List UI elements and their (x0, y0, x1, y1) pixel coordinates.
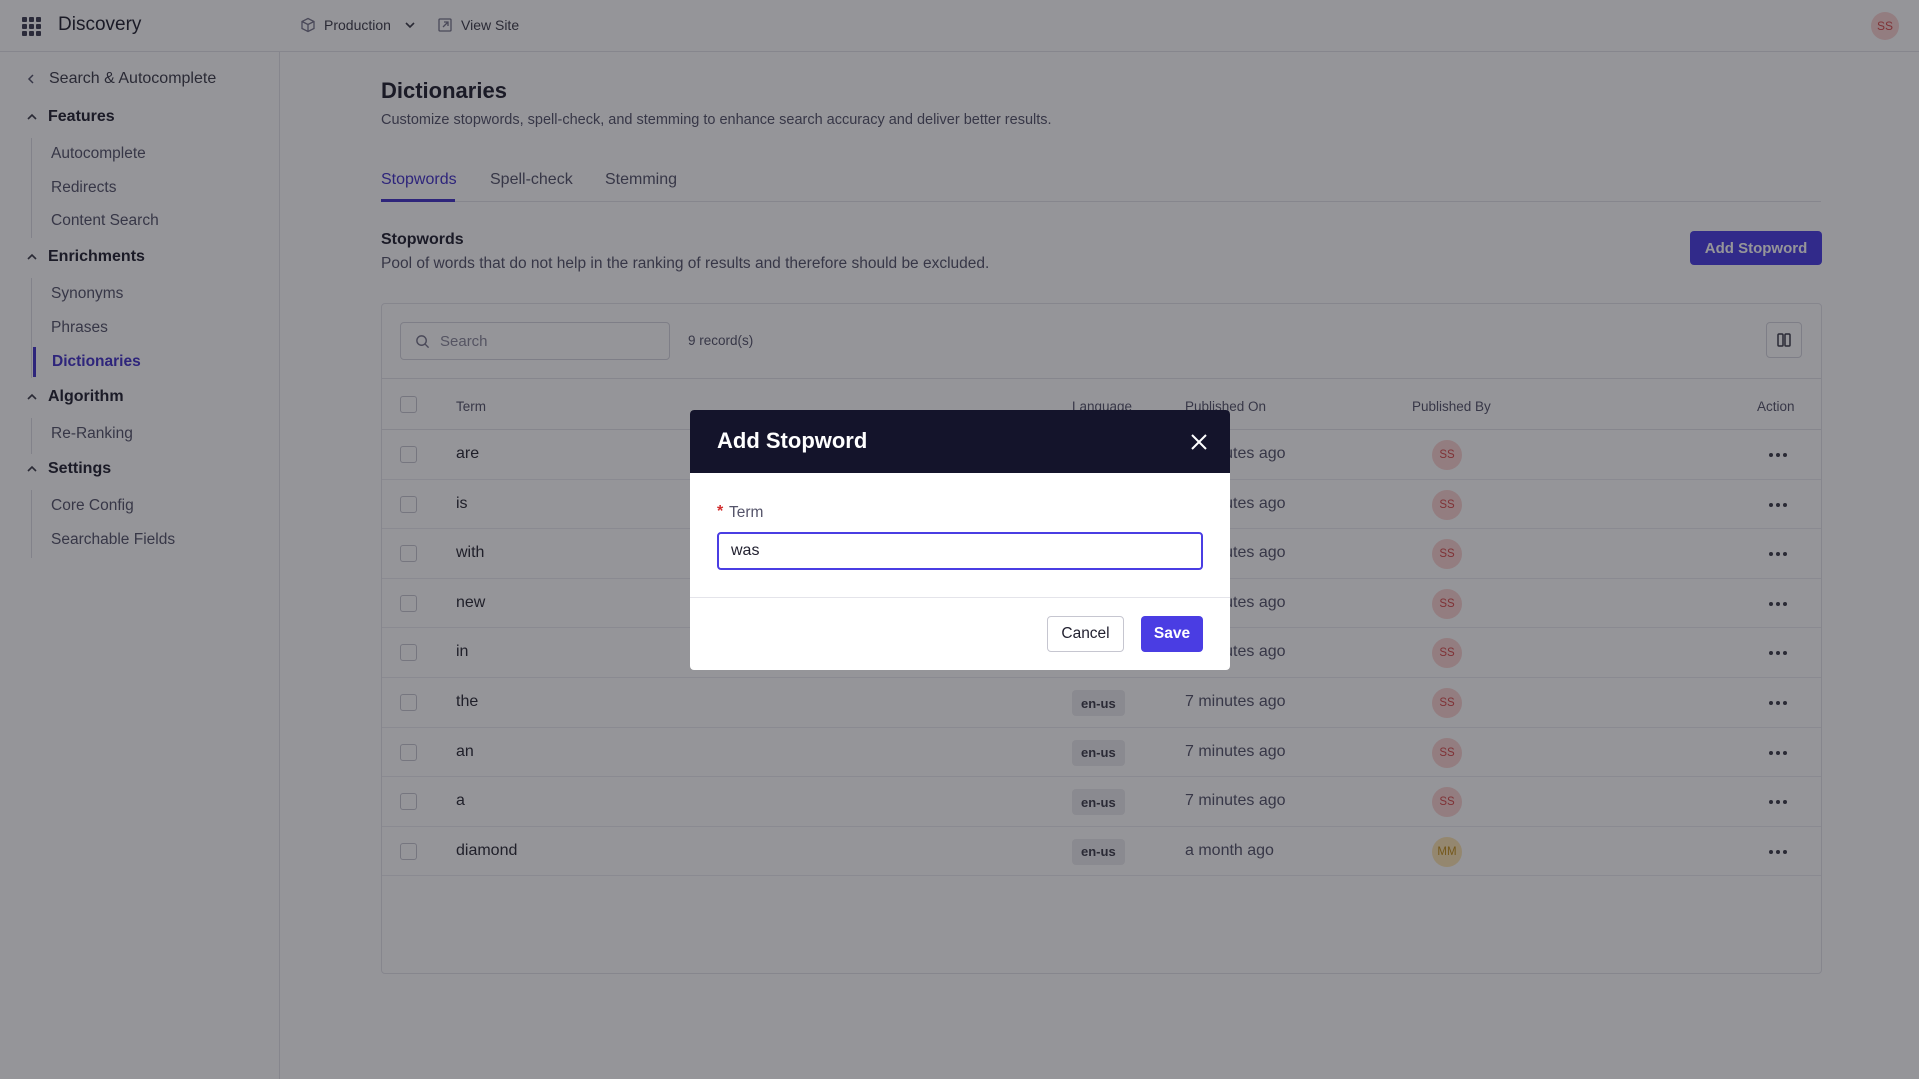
modal-divider (690, 597, 1230, 598)
modal-header: Add Stopword (690, 410, 1230, 473)
save-button[interactable]: Save (1141, 616, 1203, 652)
required-marker: * (717, 503, 724, 520)
term-input[interactable] (717, 532, 1203, 570)
close-icon[interactable] (1187, 430, 1211, 454)
modal-title: Add Stopword (717, 428, 868, 453)
add-stopword-dialog: Add Stopword * Term Cancel Save (690, 410, 1230, 670)
term-field-label: Term (729, 504, 764, 521)
cancel-button[interactable]: Cancel (1047, 616, 1124, 652)
